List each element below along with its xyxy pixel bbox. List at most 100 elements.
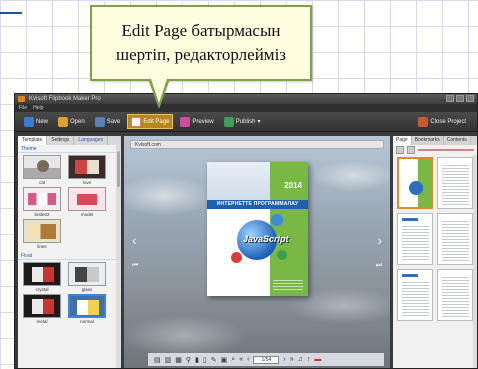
last-page-icon[interactable]: » [290, 356, 294, 363]
close-project-label: Close Project [430, 118, 466, 125]
maximize-button[interactable] [456, 95, 464, 102]
page-thumbnail[interactable] [397, 213, 433, 265]
close-project-icon [418, 116, 429, 127]
menu-file[interactable]: File [19, 104, 27, 112]
cover-top-strip [207, 162, 270, 202]
menu-help[interactable]: Help [33, 104, 43, 112]
template-label: bride02 [34, 212, 50, 217]
bubble-green [277, 250, 287, 260]
template-thumbnail[interactable] [68, 155, 106, 179]
folder-icon [58, 116, 69, 127]
flipbook-app-window: Kvisoft Flipbook Maker Pro File Help New… [14, 93, 478, 369]
close-project-button[interactable]: Close Project [415, 114, 469, 129]
template-label: cat [38, 180, 45, 185]
next-page-icon[interactable]: › [283, 356, 285, 363]
pages-scrollbar[interactable] [473, 155, 477, 368]
pages-panel: Page Bookmarks Contents [393, 136, 477, 368]
template-panel: Template Settings Languages Theme cat lov… [18, 136, 121, 368]
main-toolbar: New Open Save Edit Page Preview Publish ▾… [15, 112, 477, 132]
callout-line-1: Edit Page батырмасын [121, 21, 281, 40]
tab-contents[interactable]: Contents [444, 136, 471, 145]
template-item[interactable]: model [68, 187, 106, 218]
page-thumbnail[interactable] [437, 213, 473, 265]
template-item[interactable]: bride02 [23, 187, 61, 218]
search-icon[interactable]: ⌕ [231, 356, 235, 364]
new-button[interactable]: New [21, 114, 51, 129]
template-item[interactable]: lines [23, 219, 61, 250]
tab-settings[interactable]: Settings [47, 136, 75, 145]
template-item[interactable]: love [68, 155, 106, 186]
template-thumbnail[interactable] [23, 262, 61, 286]
pen-icon[interactable]: ✎ [211, 356, 217, 364]
first-page-icon[interactable]: « [239, 356, 243, 363]
template-thumbnail[interactable] [23, 187, 61, 211]
grid-icon[interactable]: ▦ [175, 356, 182, 364]
page-thumbnail[interactable] [437, 157, 473, 209]
zoom-icon[interactable]: ⚲ [186, 356, 191, 364]
preview-label: Preview [192, 118, 214, 125]
page-thumbnail[interactable] [397, 269, 433, 321]
bookmark-icon[interactable]: ▮ [195, 356, 199, 364]
add-page-icon[interactable] [396, 146, 404, 154]
last-page-arrow-icon[interactable]: ⏭ [376, 262, 382, 270]
edit-page-label: Edit Page [143, 118, 170, 125]
thumbnails-icon[interactable]: ▥ [165, 356, 172, 364]
page-thumbnail[interactable] [437, 269, 473, 321]
close-window-button[interactable] [466, 95, 474, 102]
flag-icon[interactable]: ▬ [314, 356, 321, 363]
first-page-arrow-icon[interactable]: ⏮ [132, 262, 138, 270]
tab-page[interactable]: Page [393, 136, 412, 145]
publish-label: Publish [235, 118, 256, 125]
prev-page-arrow-icon[interactable]: ‹ [132, 232, 137, 248]
template-item[interactable]: cat [23, 155, 61, 186]
bubble-red [231, 252, 242, 263]
new-icon [24, 116, 34, 127]
app-icon [18, 96, 25, 102]
template-thumbnail[interactable] [23, 294, 61, 318]
template-label: crystal [35, 287, 49, 292]
title-bar: Kvisoft Flipbook Maker Pro [15, 94, 477, 104]
publish-button[interactable]: Publish ▾ [221, 114, 264, 129]
page-number-field[interactable]: 1/54 [253, 355, 280, 364]
publish-icon [223, 116, 234, 127]
fullscreen-icon[interactable]: ↑ [307, 356, 311, 363]
tab-template[interactable]: Template [18, 136, 48, 145]
template-scrollbar[interactable] [116, 145, 121, 368]
delete-page-icon[interactable] [407, 146, 415, 154]
template-thumbnail[interactable] [23, 219, 61, 243]
open-button[interactable]: Open [55, 114, 88, 129]
minimize-button[interactable] [446, 95, 454, 102]
highlight-icon[interactable]: ▯ [203, 356, 207, 364]
book-preview-canvas: Kvisoft.com 2014 ИНТЕРНЕТТЕ ПРОГРАММАЛАУ… [124, 136, 390, 368]
template-label: model [80, 212, 94, 217]
menu-bar: File Help [15, 104, 477, 112]
save-button[interactable]: Save [92, 114, 124, 129]
cover-year: 2014 [284, 181, 302, 190]
window-title: Kvisoft Flipbook Maker Pro [29, 96, 101, 102]
next-page-arrow-icon[interactable]: › [377, 232, 382, 248]
template-item[interactable]: glass [68, 262, 106, 293]
theme-template-grid: cat love bride02 model lines [18, 153, 121, 250]
section-theme: Theme [18, 145, 121, 153]
book-cover[interactable]: 2014 ИНТЕРНЕТТЕ ПРОГРАММАЛАУ JavaScript [207, 162, 308, 296]
template-item[interactable]: metal [23, 294, 61, 325]
page-thumbnail[interactable] [397, 157, 433, 209]
print-icon[interactable]: ▤ [154, 356, 161, 364]
cover-footer-text [273, 280, 303, 290]
thumbnail-size-slider[interactable] [418, 149, 474, 151]
template-item[interactable]: crystal [23, 262, 61, 293]
template-thumbnail[interactable] [23, 155, 61, 179]
prev-page-icon[interactable]: ‹ [247, 356, 249, 363]
share-icon[interactable]: ▣ [221, 356, 228, 364]
template-item[interactable]: normal [68, 294, 106, 325]
window-controls [446, 95, 474, 102]
tab-languages[interactable]: Languages [74, 136, 109, 145]
tab-bookmarks[interactable]: Bookmarks [412, 136, 444, 145]
scrollbar-thumb[interactable] [117, 151, 120, 187]
sound-icon[interactable]: ♫ [298, 356, 303, 363]
template-thumbnail[interactable] [68, 262, 106, 286]
edit-page-button[interactable]: Edit Page [127, 114, 174, 129]
template-thumbnail[interactable] [68, 294, 106, 318]
template-thumbnail[interactable] [68, 187, 106, 211]
preview-button[interactable]: Preview [177, 114, 216, 129]
